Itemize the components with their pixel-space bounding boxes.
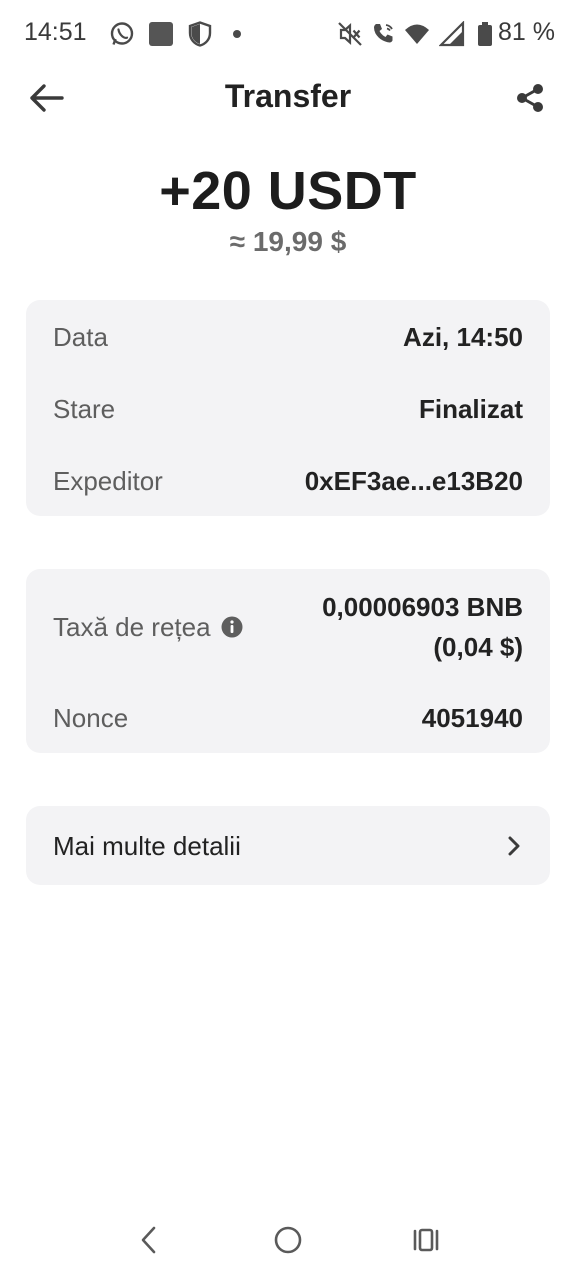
- details-card: Data Azi, 14:50 Stare Finalizat Expedito…: [26, 300, 550, 516]
- status-bar: 14:51 81 %: [0, 0, 576, 68]
- detail-row-date: Data Azi, 14:50: [53, 318, 523, 356]
- more-details-label: Mai multe detalii: [53, 830, 241, 861]
- mute-icon: [338, 22, 362, 46]
- whatsapp-icon: [110, 22, 134, 45]
- chevron-right-icon: [508, 836, 520, 856]
- nav-back-icon: [141, 1226, 156, 1254]
- detail-value: Azi, 14:50: [403, 321, 523, 352]
- more-details-row: Mai multe detalii: [53, 826, 523, 866]
- network-card: Taxă de rețea 0,00006903 BNB (0,04 $) No…: [26, 569, 550, 753]
- nonce-row: Nonce 4051940: [53, 699, 523, 737]
- detail-row-sender[interactable]: Expeditor 0xEF3ae...e13B20: [53, 462, 523, 500]
- share-button[interactable]: [510, 78, 550, 118]
- network-fee-label-wrap: Taxă de rețea: [53, 612, 243, 643]
- detail-label: Expeditor: [53, 465, 163, 496]
- signal-icon: [439, 21, 465, 47]
- nav-recents-button[interactable]: [404, 1218, 448, 1262]
- info-icon[interactable]: [221, 616, 243, 638]
- network-fee-fiat: (0,04 $): [433, 632, 523, 662]
- nav-back-button[interactable]: [127, 1218, 171, 1262]
- network-fee-label: Taxă de rețea: [53, 611, 211, 642]
- shield-icon: [188, 21, 212, 47]
- network-fee-value: 0,00006903 BNB (0,04 $): [322, 587, 523, 667]
- sender-address[interactable]: 0xEF3ae...e13B20: [305, 466, 523, 497]
- dot-icon: [233, 30, 241, 38]
- network-fee-row: Taxă de rețea 0,00006903 BNB (0,04 $): [53, 587, 523, 667]
- more-details-button[interactable]: Mai multe detalii: [26, 806, 550, 885]
- nonce-value: 4051940: [421, 702, 523, 733]
- transfer-amount: +20 USDT: [159, 161, 417, 221]
- header: Transfer: [0, 68, 576, 126]
- nav-recents-icon: [413, 1228, 439, 1252]
- nonce-label: Nonce: [53, 702, 129, 733]
- status-time: 14:51: [24, 18, 87, 46]
- network-fee-crypto: 0,00006903 BNB: [322, 592, 523, 622]
- detail-label: Stare: [53, 393, 116, 424]
- wifi-calling-icon: [374, 24, 393, 43]
- nav-home-button[interactable]: [266, 1218, 310, 1262]
- detail-value: Finalizat: [418, 393, 523, 424]
- nav-home-icon: [274, 1226, 302, 1254]
- battery-icon: [478, 22, 492, 46]
- detail-row-status: Stare Finalizat: [53, 390, 523, 428]
- page-title: Transfer: [224, 78, 352, 114]
- battery-percent: 81 %: [498, 18, 555, 46]
- wifi-icon: [405, 24, 429, 44]
- app-square-icon: [149, 22, 173, 46]
- detail-label: Data: [53, 321, 108, 352]
- transfer-amount-fiat: ≈ 19,99 $: [229, 226, 347, 257]
- system-nav-bar: [0, 1200, 576, 1280]
- share-icon: [517, 84, 543, 112]
